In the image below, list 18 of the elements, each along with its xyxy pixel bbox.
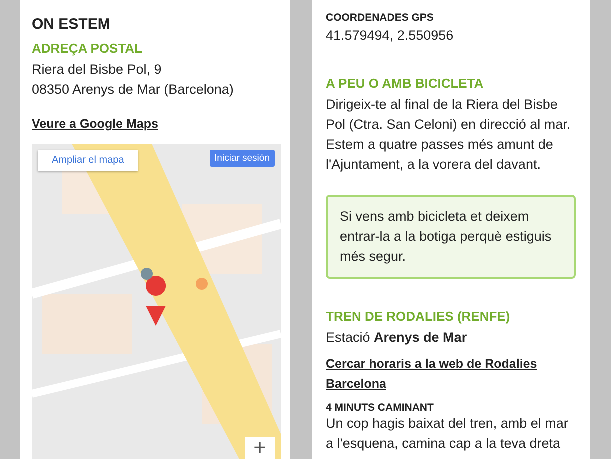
address-line: 08350 Arenys de Mar (Barcelona) (32, 81, 235, 99)
directions-text: Dirigeix-te al final de la Riera del Bisbe Pol (Ctra. San Celoni) en direcció al mar. Estem a quatre passes més amunt de l'Ajuntament, a la vorera del davant. (326, 96, 572, 174)
bicycle-note: Si vens amb bicicleta et deixem entrar-la a la botiga perquè estiguis més segur. (326, 195, 576, 279)
address-line: Riera del Bisbe Pol, 9 (32, 61, 163, 79)
walking-heading: 4 MINUTS CAMINANT (326, 402, 435, 414)
zoom-in-button[interactable]: + (245, 437, 275, 459)
sign-in-button[interactable]: Iniciar sesión (210, 150, 275, 167)
enlarge-map-button[interactable]: Ampliar el mapa (38, 150, 138, 171)
gps-coordinates: 41.579494, 2.550956 (326, 27, 455, 45)
gps-label: COORDENADES GPS (326, 12, 435, 24)
walking-text: Un cop hagis baixat del tren, amb el mar a l'esquena, camina cap a la teva dreta (326, 415, 570, 453)
address-heading: ADREÇA POSTAL (32, 41, 144, 56)
section-heading: TREN DE RODALIES (RENFE) (326, 309, 512, 324)
section-title: ON ESTEM (32, 16, 112, 33)
station-text: Estació Arenys de Mar (326, 329, 468, 347)
maps-link[interactable]: Veure a Google Maps (32, 114, 158, 134)
section-heading: A PEU O AMB BICICLETA (326, 76, 485, 91)
timetable-link[interactable]: Cercar horaris a la web de Rodalies Barcelona (326, 354, 576, 394)
